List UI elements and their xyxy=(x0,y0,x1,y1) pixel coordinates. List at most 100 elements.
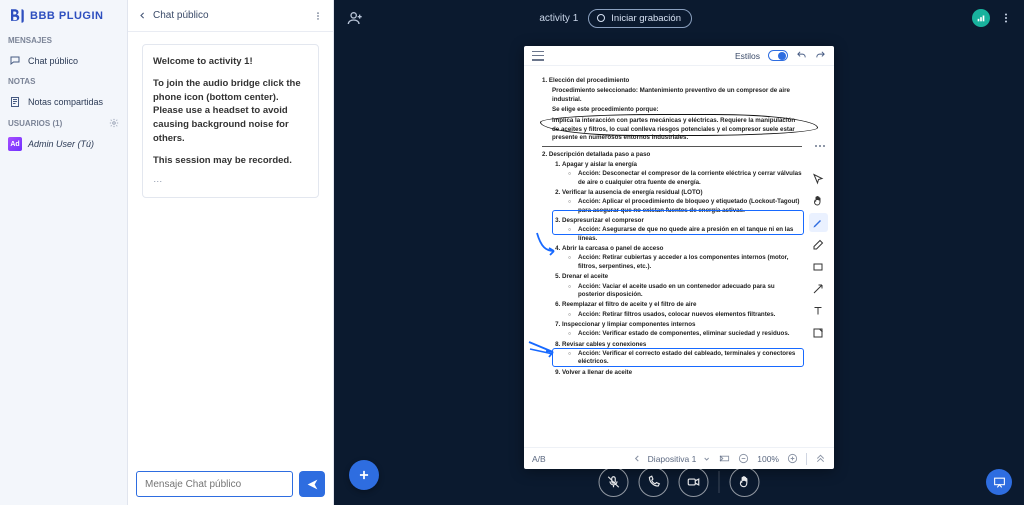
slide-more-icon[interactable] xyxy=(814,144,826,148)
doc-why-intro: Se elige este procedimiento porque: xyxy=(542,106,802,114)
sidebar-item-public-chat[interactable]: Chat público xyxy=(0,49,127,73)
chat-composer xyxy=(128,463,333,505)
doc-step: Volver a llenar de aceite xyxy=(562,369,802,377)
raise-hand-button[interactable] xyxy=(730,467,760,497)
chat-input[interactable] xyxy=(136,471,293,497)
slide-topbar: Estilos xyxy=(524,46,834,66)
hide-presentation-icon[interactable] xyxy=(815,453,826,464)
tool-hand-icon[interactable] xyxy=(809,191,828,210)
doc-step-action: Acción: Verificar estado de componentes,… xyxy=(562,330,802,338)
user-avatar: Ad xyxy=(8,137,22,151)
styles-label: Estilos xyxy=(735,51,760,61)
gear-icon[interactable] xyxy=(109,118,119,128)
doc-step-title: Drenar el aceite xyxy=(562,273,802,281)
doc-step: Abrir la carcasa o panel de accesoAcción… xyxy=(562,245,802,271)
styles-toggle[interactable] xyxy=(768,50,788,61)
document-content: 1. Elección del procedimiento Procedimie… xyxy=(542,77,802,377)
tool-arrow-icon[interactable] xyxy=(809,279,828,298)
doc-step-action: Acción: Desconectar el compresor de la c… xyxy=(562,170,802,187)
doc-step-title: Reemplazar el filtro de aceite y el filt… xyxy=(562,301,802,309)
tool-eraser-icon[interactable] xyxy=(809,235,828,254)
doc-step-title: Apagar y aislar la energía xyxy=(562,161,802,169)
connection-status-icon[interactable] xyxy=(972,9,990,27)
zoom-out-icon[interactable] xyxy=(738,453,749,464)
tool-pen-icon[interactable] xyxy=(809,213,828,232)
actions-fab[interactable] xyxy=(349,460,379,490)
audio-notice: To join the audio bridge click the phone… xyxy=(153,77,308,146)
chat-panel: Chat público Welcome to activity 1! To j… xyxy=(128,0,334,505)
tool-select-icon[interactable] xyxy=(809,169,828,188)
doc-step-action: Acción: Retirar cubiertas y acceder a lo… xyxy=(562,254,802,271)
doc-step-title: Volver a llenar de aceite xyxy=(562,369,802,377)
zoom-in-icon[interactable] xyxy=(787,453,798,464)
doc-step: Despresurizar el compresorAcción: Asegur… xyxy=(562,217,802,243)
multiuser-toggle[interactable]: A/B xyxy=(532,454,546,464)
left-rail: BBB PLUGIN MENSAJES Chat público NOTAS N… xyxy=(0,0,128,505)
doc-step-title: Verificar la ausencia de energía residua… xyxy=(562,189,802,197)
slide-body: 1. Elección del procedimiento Procedimie… xyxy=(524,66,834,447)
kebab-icon[interactable] xyxy=(313,10,323,22)
doc-step: Apagar y aislar la energíaAcción: Descon… xyxy=(562,161,802,187)
presentation-icon xyxy=(993,476,1006,489)
recorded-notice: This session may be recorded. xyxy=(153,154,308,168)
send-icon xyxy=(306,478,319,491)
stage-topbar: activity 1 Iniciar grabación xyxy=(334,0,1024,36)
notes-icon xyxy=(8,95,22,109)
start-recording-button[interactable]: Iniciar grabación xyxy=(588,9,692,28)
welcome-line: Welcome to activity 1! xyxy=(153,55,308,69)
zoom-level: 100% xyxy=(757,454,779,464)
tool-text-icon[interactable] xyxy=(809,301,828,320)
hamburger-icon[interactable] xyxy=(532,51,544,61)
doc-section2-title: 2. Descripción detallada paso a paso xyxy=(542,151,802,159)
prev-slide-icon[interactable] xyxy=(633,454,642,463)
doc-step-title: Inspeccionar y limpiar componentes inter… xyxy=(562,321,802,329)
sidebar-item-user[interactable]: Ad Admin User (Tú) xyxy=(0,132,127,156)
chat-messages: Welcome to activity 1! To join the audio… xyxy=(128,32,333,463)
shared-notes-label: Notas compartidas xyxy=(28,97,103,107)
options-kebab-icon[interactable] xyxy=(1000,11,1012,25)
messages-section-label: MENSAJES xyxy=(0,32,127,49)
welcome-message: Welcome to activity 1! To join the audio… xyxy=(142,44,319,198)
record-label: Iniciar grabación xyxy=(611,13,681,24)
app-logo: BBB PLUGIN xyxy=(0,0,127,32)
doc-step-action: Acción: Asegurarse de que no quede aire … xyxy=(562,226,802,243)
user-name: Admin User (Tú) xyxy=(28,139,94,149)
activity-title: activity 1 xyxy=(539,13,578,24)
doc-step: Inspeccionar y limpiar componentes inter… xyxy=(562,321,802,339)
doc-step: Verificar la ausencia de energía residua… xyxy=(562,189,802,215)
doc-step-title: Despresurizar el compresor xyxy=(562,217,802,225)
doc-step-action: Acción: Aplicar el procedimiento de bloq… xyxy=(562,198,802,215)
doc-step: Revisar cables y conexionesAcción: Verif… xyxy=(562,341,802,367)
sidebar-item-shared-notes[interactable]: Notas compartidas xyxy=(0,90,127,114)
redo-icon[interactable] xyxy=(815,50,826,61)
doc-step-title: Abrir la carcasa o panel de acceso xyxy=(562,245,802,253)
webcam-button[interactable] xyxy=(679,467,709,497)
ellipsis: … xyxy=(153,174,163,185)
mute-mic-button[interactable] xyxy=(599,467,629,497)
tool-image-icon[interactable] xyxy=(809,323,828,342)
slide-indicator[interactable]: Diapositiva 1 xyxy=(648,454,697,464)
presentation-slide: Estilos 1. Elección del procedimiento Pr… xyxy=(524,46,834,469)
send-button[interactable] xyxy=(299,471,325,497)
doc-step-action: Acción: Vaciar el aceite usado en un con… xyxy=(562,283,802,300)
tool-rectangle-icon[interactable] xyxy=(809,257,828,276)
record-icon xyxy=(597,14,605,22)
chevron-left-icon[interactable] xyxy=(138,11,147,20)
leave-audio-button[interactable] xyxy=(639,467,669,497)
doc-section1-title: 1. Elección del procedimiento xyxy=(542,77,802,85)
plus-icon xyxy=(357,468,371,482)
user-add-icon[interactable] xyxy=(346,9,364,27)
chat-header: Chat público xyxy=(128,0,333,32)
restore-presentation-button[interactable] xyxy=(986,469,1012,495)
slide-dropdown-icon[interactable] xyxy=(702,455,710,463)
media-dock xyxy=(599,467,760,497)
whiteboard-tools xyxy=(806,166,830,345)
slide-footer: A/B Diapositiva 1 100% xyxy=(524,447,834,469)
doc-step-action: Acción: Verificar el correcto estado del… xyxy=(562,350,802,367)
undo-icon[interactable] xyxy=(796,50,807,61)
notes-section-label: NOTAS xyxy=(0,73,127,90)
fit-width-icon[interactable] xyxy=(719,453,730,464)
users-section-label: USUARIOS (1) xyxy=(0,114,127,132)
doc-step-action: Acción: Retirar filtros usados, colocar … xyxy=(562,311,802,319)
presentation-stage: activity 1 Iniciar grabación Estilos 1. … xyxy=(334,0,1024,505)
